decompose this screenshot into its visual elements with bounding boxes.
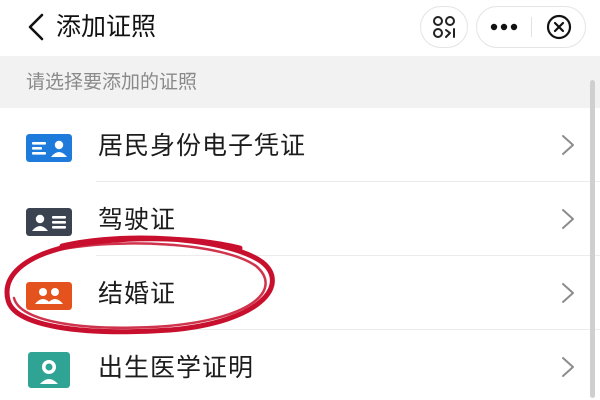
close-circle-icon	[546, 14, 572, 40]
scrollbar[interactable]	[590, 80, 595, 398]
back-button[interactable]	[22, 12, 52, 42]
certificate-label: 出生医学证明	[98, 353, 255, 382]
close-button[interactable]	[532, 7, 586, 47]
marriage-certificate-icon	[26, 282, 72, 310]
subtitle-band: 请选择要添加的证照	[0, 56, 600, 108]
certificate-item-resident-id[interactable]: 居民身份电子凭证	[0, 108, 600, 182]
certificate-item-driver-license[interactable]: 驾驶证	[0, 182, 600, 256]
scan-button[interactable]	[420, 6, 468, 48]
scan-code-icon	[433, 16, 455, 38]
section-hint: 请选择要添加的证照	[26, 71, 198, 93]
chevron-right-icon	[562, 357, 574, 377]
more-button[interactable]	[477, 7, 531, 47]
chevron-right-icon	[562, 283, 574, 303]
certificate-label: 结婚证	[98, 279, 177, 308]
page-title: 添加证照	[56, 12, 157, 41]
chevron-right-icon	[562, 209, 574, 229]
chevron-left-icon	[28, 13, 44, 41]
certificate-list: 居民身份电子凭证 驾驶证 结婚证 出生医学证明	[0, 108, 600, 400]
certificate-item-marriage[interactable]: 结婚证	[0, 256, 600, 330]
driver-license-icon	[26, 208, 72, 236]
more-dots-icon	[490, 23, 518, 31]
mini-program-capsule	[476, 6, 586, 48]
nav-bar: 添加证照	[0, 0, 600, 56]
certificate-label: 居民身份电子凭证	[98, 131, 307, 160]
add-certificate-page: 添加证照 请选择要添加的证照 居民身份电子凭证 驾驶证 结婚证 出生医学证明	[0, 0, 600, 400]
birth-certificate-icon	[28, 352, 70, 388]
certificate-label: 驾驶证	[98, 205, 177, 234]
id-card-icon	[26, 134, 72, 162]
certificate-item-birth[interactable]: 出生医学证明	[0, 330, 600, 400]
chevron-right-icon	[562, 135, 574, 155]
